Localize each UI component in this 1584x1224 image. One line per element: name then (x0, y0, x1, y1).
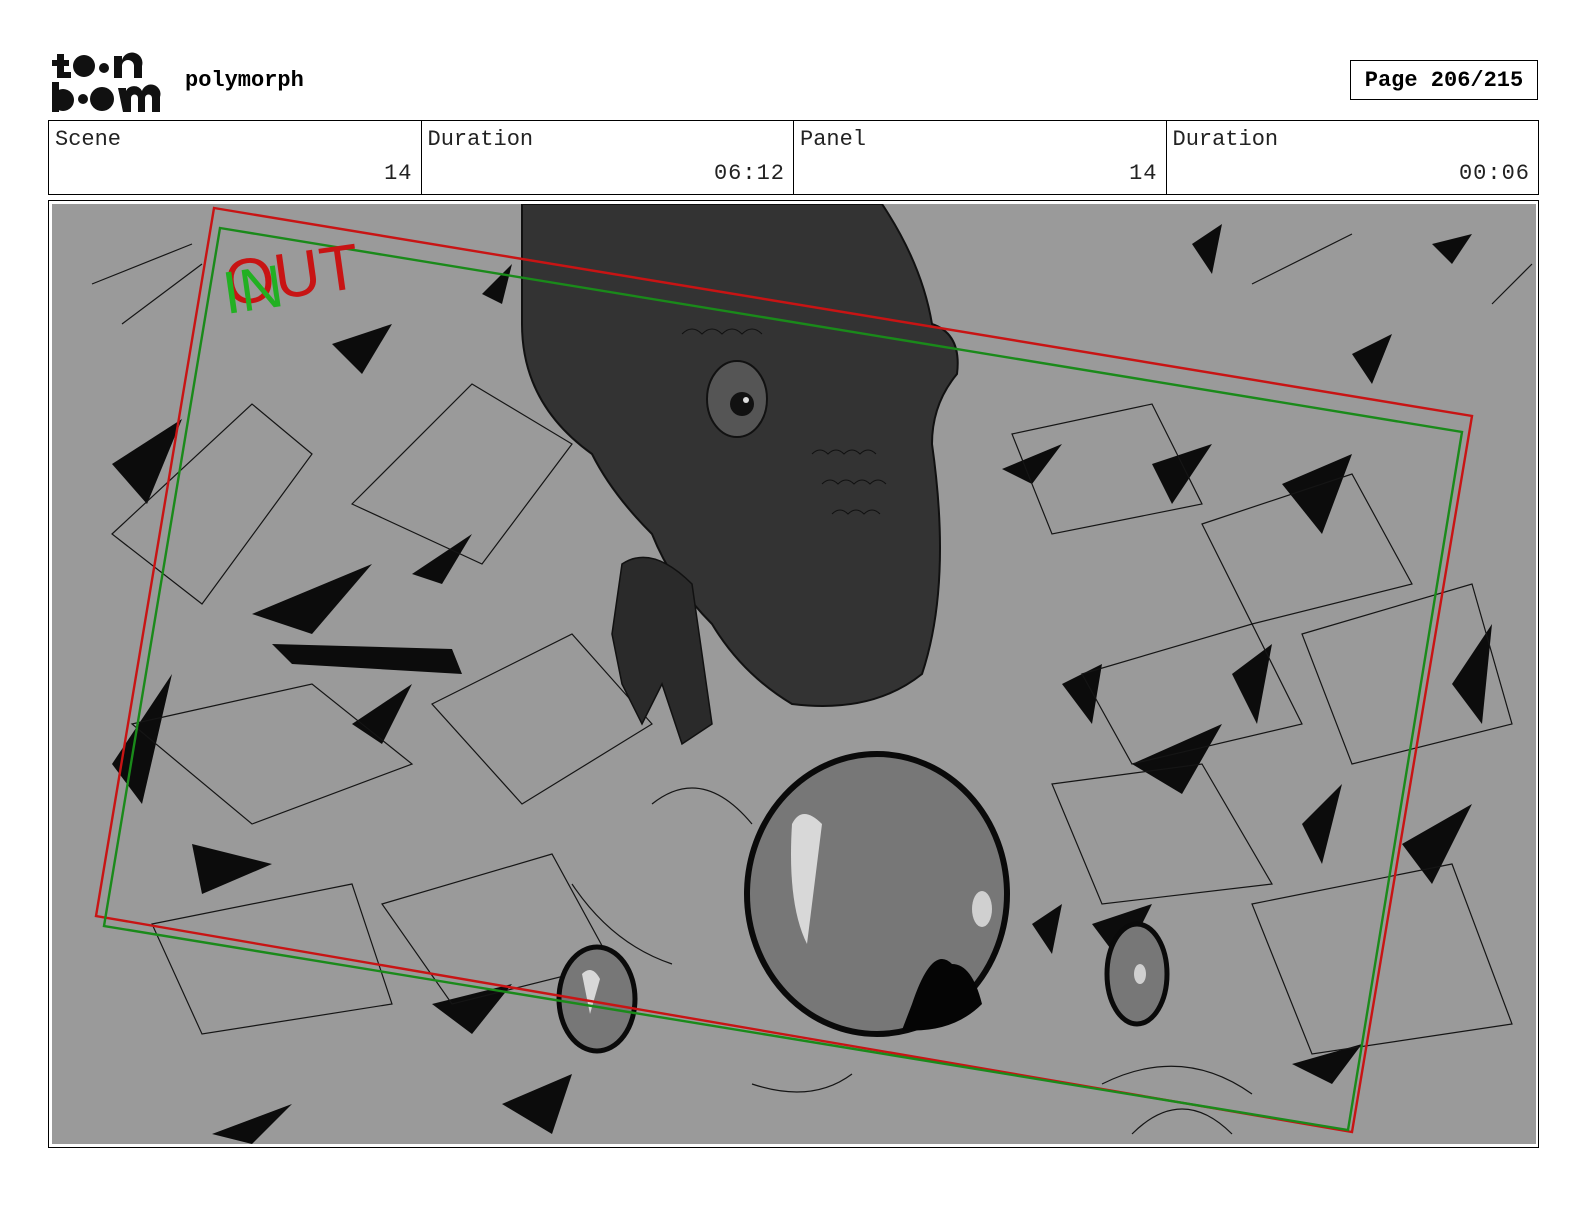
panel-duration-cell: Duration 00:06 (1167, 121, 1539, 194)
page-number: Page 206/215 (1350, 60, 1538, 100)
scene-label: Scene (55, 127, 122, 152)
scene-duration-label: Duration (427, 127, 534, 152)
project-title: polymorph (185, 68, 304, 93)
panel-value: 14 (1129, 161, 1158, 186)
toon-boom-logo (52, 52, 161, 112)
scene-cell: Scene 14 (49, 121, 422, 194)
panel-duration-label: Duration (1172, 127, 1279, 152)
in-label: IN (218, 252, 287, 327)
panel-duration-value: 00:06 (1458, 161, 1530, 186)
panel-cell: Panel 14 (794, 121, 1167, 194)
scene-duration-cell: Duration 06:12 (422, 121, 794, 194)
scene-duration-value: 06:12 (713, 161, 785, 186)
scene-value: 14 (384, 161, 413, 186)
storyboard-info-bar: Scene 14 Duration 06:12 Panel 14 Duratio… (48, 120, 1539, 195)
small-egg-left (556, 944, 638, 1054)
storyboard-panel-drawing: OUT IN (52, 204, 1536, 1144)
panel-label: Panel (800, 127, 867, 152)
